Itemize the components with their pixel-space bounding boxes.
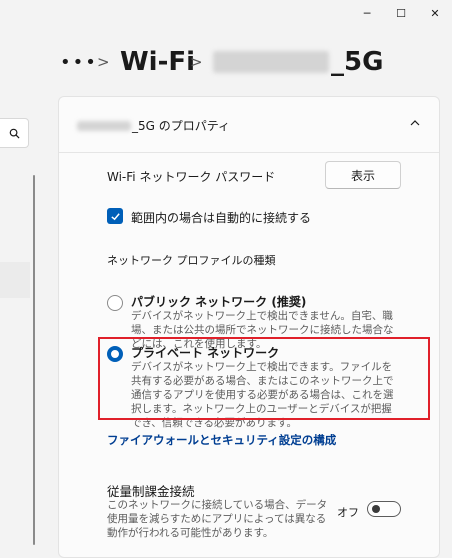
public-network-title: パブリック ネットワーク (推奨) xyxy=(131,295,307,309)
checkmark-icon xyxy=(110,212,120,220)
properties-header[interactable]: _5G のプロパティ xyxy=(59,97,439,153)
show-password-button[interactable]: 表示 xyxy=(325,161,401,189)
network-properties-panel: _5G のプロパティ Wi-Fi ネットワーク パスワード 表示 範囲内の場合は… xyxy=(58,96,440,558)
maximize-icon: ☐ xyxy=(396,6,406,20)
private-network-highlight xyxy=(98,337,430,420)
search-icon xyxy=(9,128,20,139)
page-title: _5G xyxy=(213,42,383,82)
auto-connect-label: 範囲内の場合は自動的に接続する xyxy=(131,211,312,225)
firewall-settings-link[interactable]: ファイアウォールとセキュリティ設定の構成 xyxy=(107,432,336,448)
properties-header-title: _5G のプロパティ xyxy=(132,119,231,133)
nav-selected-item[interactable] xyxy=(0,262,30,298)
breadcrumb-wifi[interactable]: Wi-Fi xyxy=(120,42,195,82)
metered-connection-state: オフ xyxy=(337,506,359,519)
metered-connection-toggle[interactable] xyxy=(367,501,401,517)
close-icon: ✕ xyxy=(430,6,440,20)
auto-connect-checkbox[interactable] xyxy=(107,208,123,224)
redacted-network-name xyxy=(77,120,131,131)
nav-scrollbar[interactable] xyxy=(33,175,35,545)
redacted-network-name xyxy=(213,51,329,73)
wifi-password-label: Wi-Fi ネットワーク パスワード xyxy=(107,170,276,184)
metered-connection-description: このネットワークに接続している場合、データ使用量を減らすためにアプリによっては異… xyxy=(107,499,328,539)
minimize-icon: ─ xyxy=(363,6,371,20)
breadcrumb-chevron-icon: > xyxy=(190,53,203,71)
close-button[interactable]: ✕ xyxy=(412,0,452,26)
profile-type-label: ネットワーク プロファイルの種類 xyxy=(107,254,276,267)
toggle-knob xyxy=(372,505,380,513)
breadcrumb-chevron-icon: > xyxy=(97,53,110,71)
show-password-button-label: 表示 xyxy=(350,168,375,183)
nav-search-button[interactable] xyxy=(0,118,29,148)
breadcrumb-more-button[interactable]: ••• xyxy=(60,42,98,82)
public-network-radio[interactable] xyxy=(107,295,123,311)
chevron-up-icon[interactable] xyxy=(409,118,421,128)
